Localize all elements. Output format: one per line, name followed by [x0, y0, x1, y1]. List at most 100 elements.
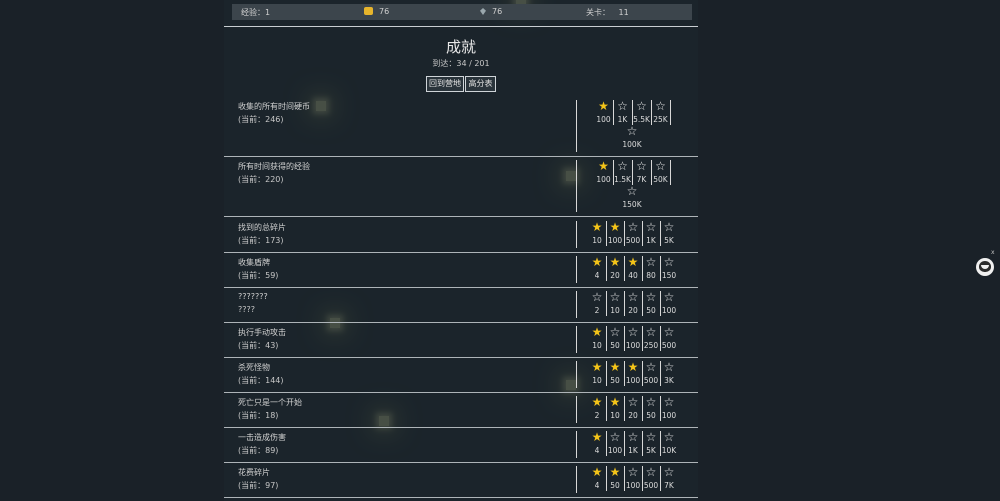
star-outline-icon: ☆ [626, 184, 638, 198]
achievement-tier: ☆ 150K [622, 185, 642, 210]
tier-value: 20 [610, 271, 620, 280]
tier-value: 50 [610, 481, 620, 490]
achievement-row: 收集的所有时间硬币 (当前：246) ★ 100 ☆ 1K ☆ 5.5K ☆ 25K ☆ 100K [224, 96, 698, 157]
tier-value: 10 [610, 411, 620, 420]
star-outline-icon: ☆ [663, 290, 675, 304]
star-filled-icon: ★ [627, 255, 639, 269]
achievement-current: (当前：89) [238, 446, 279, 455]
achievement-tier: ★ 4 [588, 466, 607, 491]
achievement-tier: ☆ 20 [624, 396, 643, 421]
achievement-tier: ☆ 25K [651, 100, 671, 125]
achievement-tier: ★ 4 [588, 431, 607, 456]
star-outline-icon: ☆ [645, 465, 657, 479]
star-outline-icon: ☆ [627, 290, 639, 304]
achievement-tier: ★ 50 [606, 466, 625, 491]
achievement-current: (当前：97) [238, 481, 279, 490]
star-filled-icon: ★ [609, 255, 621, 269]
achievement-tier: ★ 100 [594, 100, 614, 125]
achievement-tier: ★ 2 [588, 396, 607, 421]
achievements-progress: 到达：34 / 201 [432, 59, 490, 68]
tier-value: 100 [625, 481, 641, 490]
divider [576, 431, 577, 458]
achievement-current: ???? [238, 305, 255, 314]
star-filled-icon: ★ [591, 465, 603, 479]
achievement-name: 找到的总碎片 [238, 223, 286, 232]
achievement-row: 执行手动攻击 (当前：43) ★ 10 ☆ 50 ☆ 100 ☆ 250 ☆ 500 [224, 322, 698, 358]
tier-value: 50 [646, 306, 656, 315]
tier-value: 4 [594, 271, 600, 280]
achievement-tier: ☆ 1K [642, 221, 661, 246]
star-filled-icon: ★ [591, 395, 603, 409]
tier-value: 150 [661, 271, 677, 280]
tier-value: 10 [592, 376, 602, 385]
tier-value: 5K [646, 446, 656, 455]
star-outline-icon: ☆ [663, 220, 675, 234]
divider [576, 221, 577, 248]
tier-value: 50K [653, 175, 668, 184]
achievement-current: (当前：18) [238, 411, 279, 420]
achievement-tier: ☆ 100 [660, 396, 678, 421]
star-outline-icon: ☆ [663, 325, 675, 339]
close-icon[interactable]: x [991, 249, 995, 256]
achievement-current: (当前：43) [238, 341, 279, 350]
star-outline-icon: ☆ [636, 159, 647, 173]
divider [576, 100, 577, 152]
tier-value: 5K [664, 236, 674, 245]
star-outline-icon: ☆ [663, 430, 675, 444]
achievement-name: 收集盾牌 [238, 258, 270, 267]
achievement-tier: ★ 4 [588, 256, 607, 281]
cat-face-icon[interactable] [976, 258, 994, 276]
achievement-name: 杀死怪物 [238, 363, 270, 372]
tier-value: 1K [646, 236, 656, 245]
achievement-tier: ☆ 20 [624, 291, 643, 316]
divider [576, 256, 577, 283]
divider [576, 160, 577, 212]
gem-stat: 76 [480, 7, 502, 16]
tier-value: 100 [625, 341, 641, 350]
divider [576, 291, 577, 318]
star-outline-icon: ☆ [663, 255, 675, 269]
achievement-tier: ★ 100 [606, 221, 625, 246]
back-to-camp-button[interactable]: 回到营地 [426, 76, 464, 92]
highscores-button[interactable]: 高分表 [465, 76, 496, 92]
tier-value: 100 [661, 411, 677, 420]
star-filled-icon: ★ [598, 99, 609, 113]
tier-value: 2 [594, 306, 600, 315]
divider [224, 26, 698, 27]
coin-stat: 76 [364, 7, 389, 16]
star-outline-icon: ☆ [609, 325, 621, 339]
achievement-tier: ☆ 5.5K [632, 100, 652, 125]
star-outline-icon: ☆ [617, 159, 628, 173]
achievement-row: 收集盾牌 (当前：59) ★ 4 ★ 20 ★ 40 ☆ 80 ☆ 150 [224, 252, 698, 288]
achievement-row: 花费碎片 (当前：97) ★ 4 ★ 50 ☆ 100 ☆ 500 ☆ 7K [224, 462, 698, 498]
achievement-row: 死亡只是一个开始 (当前：18) ★ 2 ★ 10 ☆ 20 ☆ 50 ☆ 100 [224, 392, 698, 428]
star-outline-icon: ☆ [627, 395, 639, 409]
star-filled-icon: ★ [598, 159, 609, 173]
achievement-tiers: ★ 100 ☆ 1.5K ☆ 7K ☆ 50K ☆ 150K [588, 160, 698, 220]
tier-value: 100 [596, 115, 611, 124]
tier-value: 250 [643, 341, 659, 350]
star-outline-icon: ☆ [645, 360, 657, 374]
achievement-tiers: ★ 10 ★ 100 ☆ 500 ☆ 1K ☆ 5K [588, 221, 698, 256]
tier-value: 1K [628, 446, 638, 455]
coin-icon [364, 7, 373, 15]
achievement-current: (当前：246) [238, 115, 284, 124]
achievement-tier: ☆ 50 [642, 396, 661, 421]
achievement-tier: ★ 10 [588, 361, 607, 386]
achievement-tier: ★ 20 [606, 256, 625, 281]
achievement-tier: ★ 100 [594, 160, 614, 185]
achievement-name: 收集的所有时间硬币 [238, 102, 310, 111]
star-outline-icon: ☆ [663, 465, 675, 479]
tier-value: 500 [643, 481, 659, 490]
star-filled-icon: ★ [591, 255, 603, 269]
experience-stat: 经验：1 [241, 8, 271, 17]
star-filled-icon: ★ [609, 465, 621, 479]
tier-value: 100 [596, 175, 611, 184]
achievement-name: 一击造成伤害 [238, 433, 286, 442]
page-title: 成就 [445, 38, 476, 56]
achievement-tier: ☆ 1.5K [613, 160, 633, 185]
achievement-tiers: ★ 4 ★ 50 ☆ 100 ☆ 500 ☆ 7K [588, 466, 698, 501]
tier-value: 100 [661, 306, 677, 315]
star-filled-icon: ★ [609, 220, 621, 234]
star-filled-icon: ★ [591, 430, 603, 444]
